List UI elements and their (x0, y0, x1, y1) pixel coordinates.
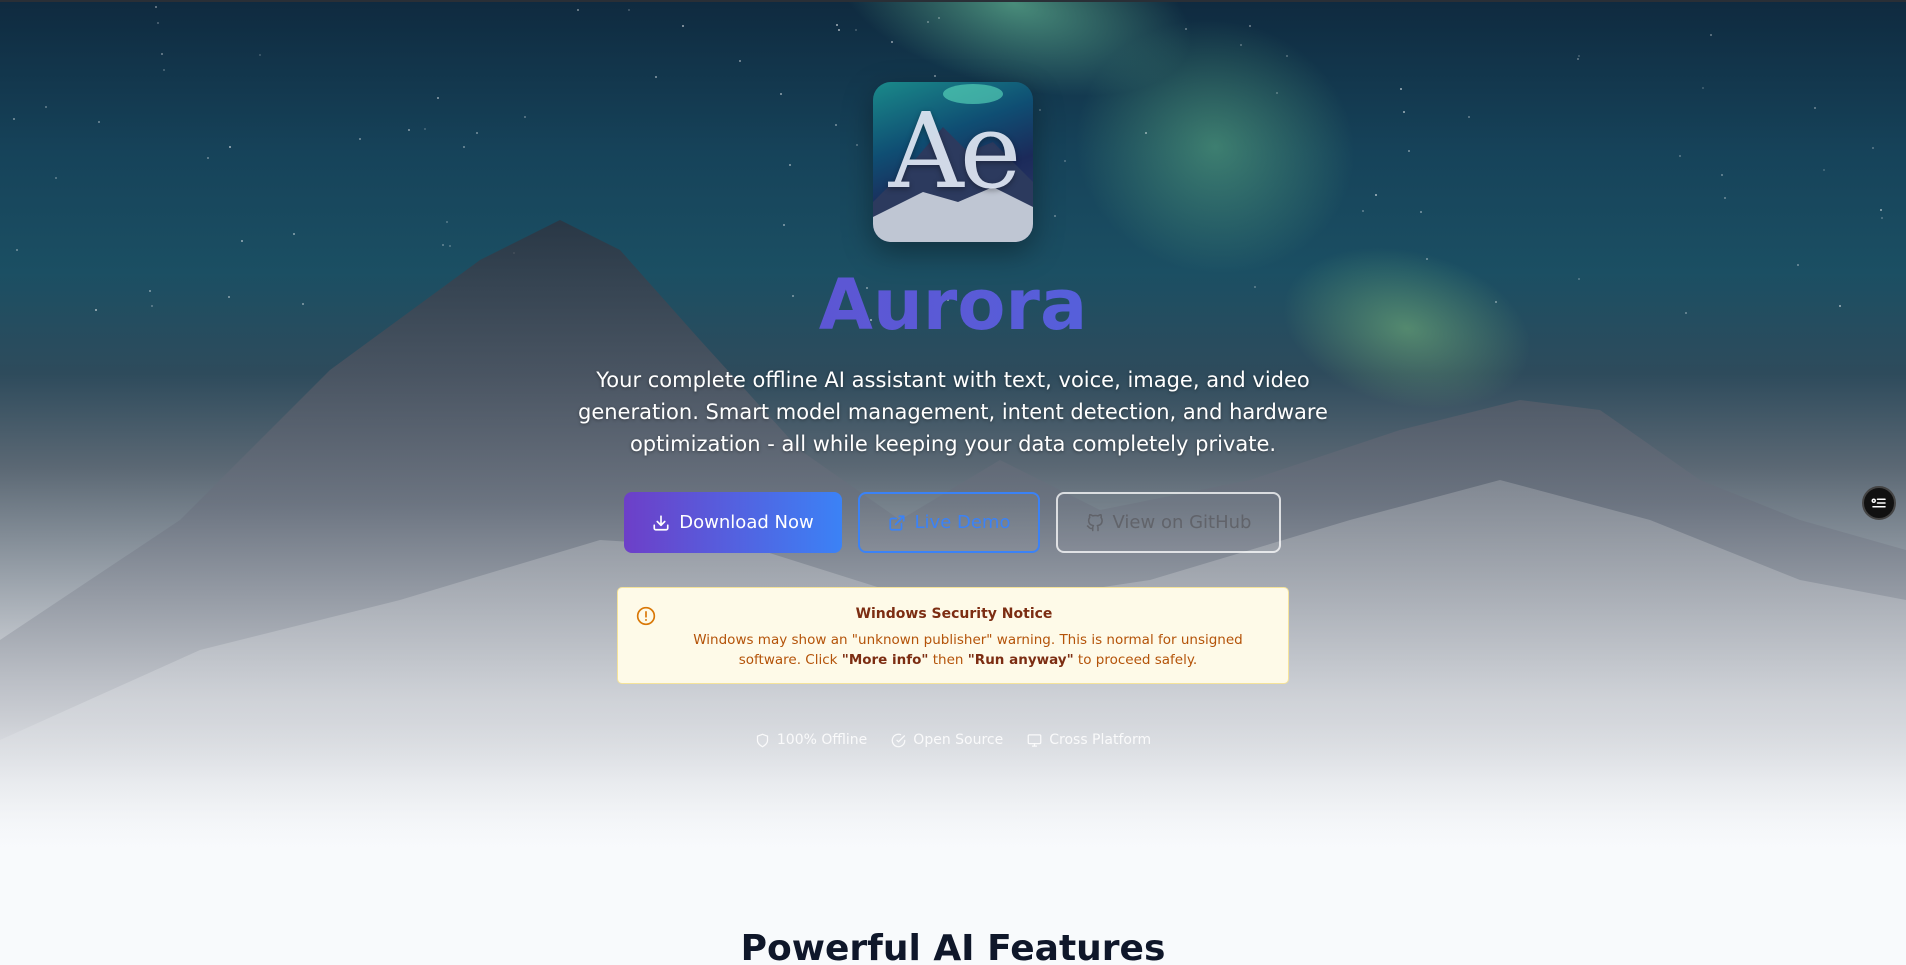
star (1054, 215, 1056, 217)
star (524, 116, 526, 118)
badge-open-source: Open Source (891, 732, 1003, 748)
star (927, 21, 929, 23)
star (161, 53, 163, 55)
download-icon (653, 514, 669, 531)
hero-section: Ae Aurora Your complete offline AI assis… (0, 0, 1906, 850)
notice-then: then (928, 652, 968, 668)
star (98, 121, 100, 123)
star (838, 29, 840, 31)
star (1872, 147, 1874, 149)
badge-cross-platform: Cross Platform (1027, 732, 1151, 748)
star (682, 25, 684, 27)
view-on-github-label: View on GitHub (1112, 512, 1252, 533)
star (1185, 28, 1187, 30)
star (163, 69, 165, 71)
live-demo-button[interactable]: Live Demo (858, 492, 1040, 553)
star (463, 146, 465, 148)
star (655, 76, 657, 78)
star (13, 118, 15, 120)
star (55, 177, 57, 179)
star (938, 17, 940, 19)
check-circle-icon (891, 733, 906, 747)
star (891, 41, 893, 43)
star (577, 9, 579, 11)
feature-badges: 100% Offline Open Source Cross Platform (0, 732, 1906, 748)
badge-cross-platform-label: Cross Platform (1049, 732, 1152, 748)
logo-text: Ae (888, 90, 1022, 212)
view-on-github-button[interactable]: View on GitHub (1056, 492, 1281, 553)
star (1249, 25, 1251, 27)
star (1408, 150, 1410, 152)
star (1064, 160, 1066, 162)
notice-more-info: "More info" (841, 652, 929, 668)
star (628, 9, 630, 11)
star (1679, 155, 1681, 157)
download-now-label: Download Now (679, 512, 814, 533)
badge-open-source-label: Open Source (913, 732, 1004, 748)
star (855, 29, 857, 31)
window-top-border (0, 0, 1906, 2)
star (437, 97, 439, 99)
star (780, 93, 782, 95)
star (835, 124, 837, 126)
star (408, 129, 410, 131)
star (789, 164, 791, 166)
notice-run-anyway: "Run anyway" (967, 652, 1074, 668)
windows-security-notice: Windows Security Notice Windows may show… (617, 587, 1289, 684)
floating-menu-button[interactable] (1862, 486, 1896, 520)
app-title-text: Aurora (818, 264, 1088, 346)
star (1400, 88, 1402, 90)
live-demo-label: Live Demo (914, 512, 1011, 533)
star (856, 144, 858, 146)
star (229, 146, 231, 148)
badge-offline-label: 100% Offline (776, 732, 868, 748)
star (259, 54, 261, 56)
app-title: Aurora (0, 270, 1906, 340)
star (1724, 197, 1726, 199)
star (1702, 87, 1704, 89)
external-link-icon (888, 514, 905, 531)
star (1286, 55, 1288, 57)
shield-icon (756, 733, 769, 747)
hero-subtitle: Your complete offline AI assistant with … (578, 368, 1328, 456)
star (1577, 58, 1579, 60)
menu-list-icon (1871, 498, 1886, 508)
star (1375, 194, 1377, 196)
notice-body: Windows may show an "unknown publisher" … (668, 630, 1268, 670)
star (1145, 132, 1147, 134)
star (157, 22, 159, 24)
star (476, 132, 478, 134)
notice-title: Windows Security Notice (855, 606, 1053, 622)
monitor-icon (1027, 733, 1042, 747)
star (1468, 116, 1470, 118)
star (1721, 174, 1723, 176)
star (1362, 210, 1364, 212)
notice-suffix: to proceed safely. (1073, 652, 1198, 668)
star (934, 75, 936, 77)
star (1578, 55, 1580, 57)
github-icon (1086, 513, 1103, 531)
star (1403, 111, 1405, 113)
features-section-title: Powerful AI Features (740, 928, 1166, 965)
star (1240, 44, 1242, 46)
star (207, 157, 209, 159)
star (1039, 109, 1041, 111)
star (1420, 211, 1422, 213)
star (45, 106, 47, 108)
star (1276, 92, 1278, 94)
star (1823, 169, 1825, 171)
star (1710, 34, 1712, 36)
star (424, 128, 426, 130)
star (1880, 209, 1882, 211)
star (739, 60, 741, 62)
download-now-button[interactable]: Download Now (624, 492, 842, 553)
badge-offline: 100% Offline (755, 732, 867, 748)
star (836, 24, 838, 26)
star (1881, 217, 1883, 219)
star (155, 6, 157, 8)
star (1814, 107, 1816, 109)
app-logo: Ae (873, 82, 1033, 242)
star (359, 138, 361, 140)
